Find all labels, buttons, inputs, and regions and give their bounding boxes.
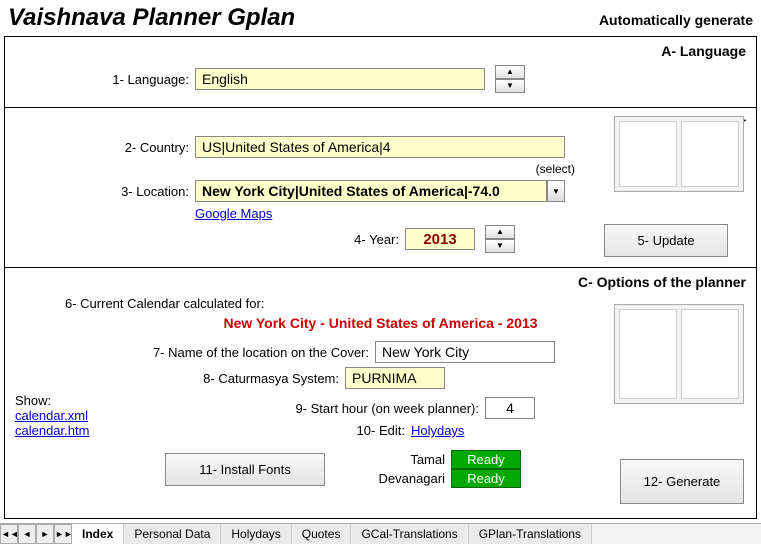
- language-field[interactable]: [195, 68, 485, 90]
- country-field[interactable]: [195, 136, 565, 158]
- font-devanagari-status: Ready: [451, 469, 521, 488]
- select-hint: (select): [205, 162, 575, 176]
- location-label: 3- Location:: [15, 184, 195, 199]
- sheet-tabs: ◄◄ ◄ ► ►► Index Personal Data Holydays Q…: [0, 523, 761, 544]
- section-base-calendar: B- Base calendar 2- Country: (select) 3-…: [5, 108, 756, 268]
- start-hour-field[interactable]: [485, 397, 535, 419]
- font-devanagari-label: Devanagari: [355, 471, 445, 486]
- year-down[interactable]: ▼: [485, 239, 515, 253]
- location-dropdown[interactable]: ▼: [547, 180, 565, 202]
- tab-gplan-translations[interactable]: GPlan-Translations: [469, 524, 592, 544]
- language-down[interactable]: ▼: [495, 79, 525, 93]
- edit-label: 10- Edit:: [357, 423, 405, 438]
- tab-nav-last[interactable]: ►►: [54, 524, 72, 544]
- planner-preview-thumb: [614, 304, 744, 404]
- country-label: 2- Country:: [15, 140, 195, 155]
- install-fonts-button[interactable]: 11- Install Fonts: [165, 453, 325, 486]
- cover-label: 7- Name of the location on the Cover:: [15, 345, 375, 360]
- year-field[interactable]: [405, 228, 475, 250]
- year-label: 4- Year:: [15, 232, 405, 247]
- start-hour-label: 9- Start hour (on week planner):: [75, 401, 485, 416]
- tab-index[interactable]: Index: [72, 524, 124, 544]
- font-tamal-label: Tamal: [355, 452, 445, 467]
- auto-generate-label: Automatically generate: [599, 12, 753, 28]
- calendar-preview-thumb: [614, 116, 744, 192]
- tab-gcal-translations[interactable]: GCal-Translations: [351, 524, 468, 544]
- tab-nav-first[interactable]: ◄◄: [0, 524, 18, 544]
- tab-nav-next[interactable]: ►: [36, 524, 54, 544]
- caturmasya-label: 8- Caturmasya System:: [15, 371, 345, 386]
- tab-personal-data[interactable]: Personal Data: [124, 524, 221, 544]
- section-language: A- Language 1- Language: ▲ ▼: [5, 37, 756, 108]
- show-label: Show:: [15, 393, 75, 408]
- section-options: C- Options of the planner 6- Current Cal…: [5, 268, 756, 518]
- section-a-title: A- Language: [15, 43, 746, 59]
- app-title: Vaishnava Planner Gplan: [8, 4, 295, 32]
- font-tamal-status: Ready: [451, 450, 521, 469]
- tab-quotes[interactable]: Quotes: [292, 524, 352, 544]
- year-up[interactable]: ▲: [485, 225, 515, 239]
- edit-holydays-link[interactable]: Holydays: [411, 423, 464, 438]
- tab-holydays[interactable]: Holydays: [221, 524, 291, 544]
- location-field[interactable]: [195, 180, 547, 202]
- google-maps-link[interactable]: Google Maps: [195, 206, 272, 221]
- show-htm-link[interactable]: calendar.htm: [15, 423, 75, 438]
- section-c-title: C- Options of the planner: [15, 274, 746, 290]
- tab-nav-prev[interactable]: ◄: [18, 524, 36, 544]
- language-label: 1- Language:: [15, 72, 195, 87]
- cover-field[interactable]: [375, 341, 555, 363]
- generate-button[interactable]: 12- Generate: [620, 459, 744, 504]
- update-button[interactable]: 5- Update: [604, 224, 728, 257]
- language-up[interactable]: ▲: [495, 65, 525, 79]
- caturmasya-field[interactable]: [345, 367, 445, 389]
- show-xml-link[interactable]: calendar.xml: [15, 408, 75, 423]
